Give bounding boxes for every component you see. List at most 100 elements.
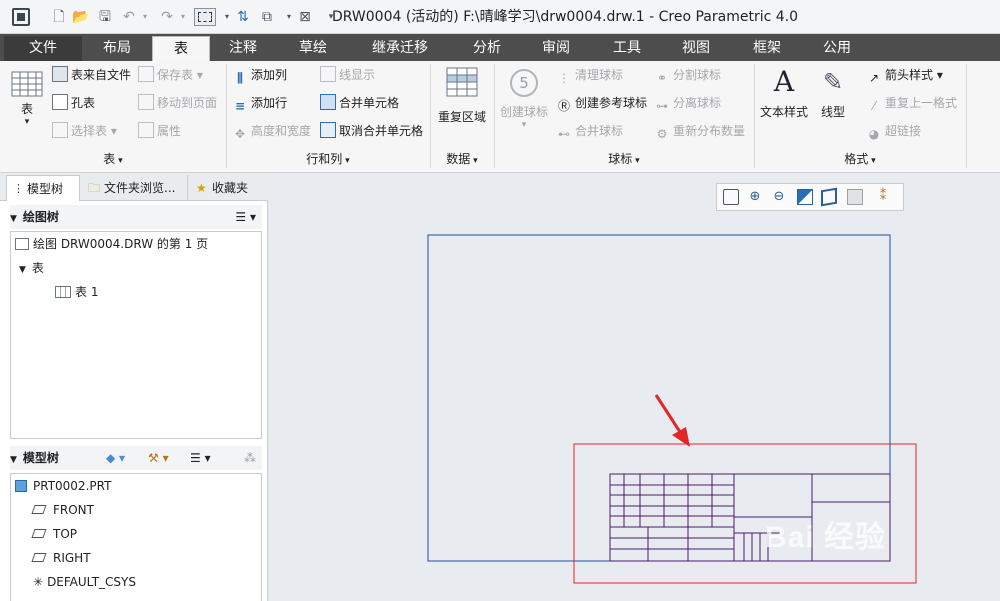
repeat-region-label: 重复区域 [437,110,486,124]
line-display-button[interactable]: 线显示 [320,65,375,85]
hyperlink-icon: ◕ [868,127,880,141]
table-file-icon [52,66,68,82]
properties-label: 属性 [157,124,182,138]
tab-frame[interactable]: 框架 [736,36,798,61]
detach-balloon-button[interactable]: ⊶ 分离球标 [654,93,721,113]
hole-table-icon [52,94,68,110]
redistribute-qty-button[interactable]: ⚙ 重新分布数量 [654,121,745,141]
merge-cells-icon [320,94,336,110]
clean-balloon-button[interactable]: ⋮ 清理球标 [556,65,623,85]
drawing-svg [427,234,917,584]
datum-plane-icon [31,505,47,514]
resize-icon: ✥ [234,127,246,141]
unmerge-cells-button[interactable]: 取消合并单元格 [320,121,423,141]
add-row-label: 添加行 [251,96,288,110]
table-icon [55,286,71,298]
create-balloon-button[interactable]: 5 创建球标 ▾ [498,65,550,143]
move-to-page-button[interactable]: 移动到页面 [138,93,217,113]
tree-item-front[interactable]: FRONT [31,500,94,520]
tab-folder-browser-label: 文件夹浏览... [104,181,176,195]
model-tree-list: PRT0002.PRT FRONT TOP RIGHT ✳ DEFAULT_CSY… [10,473,262,601]
height-width-button[interactable]: ✥ 高度和宽度 [232,121,311,141]
tab-model-tree-label: 模型树 [27,182,64,196]
tab-favorites[interactable]: ★ 收藏夹 [192,175,262,201]
tree-item-label: PRT0002.PRT [33,479,112,493]
tab-favorites-label: 收藏夹 [212,181,249,195]
select-table-button[interactable]: 选择表 ▾ [52,121,117,141]
hole-table-button[interactable]: 孔表 [52,93,95,113]
repeat-last-format-button[interactable]: ⁄ 重复上一格式 [866,93,957,113]
tools-icon[interactable]: ⚒ ▾ [148,446,169,470]
tab-file[interactable]: 文件 [4,36,82,61]
chevron-down-icon: ▾ [24,117,30,127]
table-button[interactable]: 表 ▾ [8,65,46,143]
ribbon-tab-bar: 文件 布局 表 注释 草绘 继承迁移 分析 审阅 工具 视图 框架 公用 [0,34,1000,61]
tab-review[interactable]: 审阅 [526,36,586,61]
table-button-label: 表 [20,102,33,116]
tab-folder-browser[interactable]: 🗀 文件夹浏览... [84,175,188,201]
tree-item-drawing-page[interactable]: 绘图 DRW0004.DRW 的第 1 页 [15,234,208,254]
properties-button[interactable]: 属性 [138,121,181,141]
coordinate-system-icon: ✳ [33,575,44,589]
add-row-button[interactable]: ≡ 添加行 [232,93,287,113]
tab-layout[interactable]: 布局 [84,36,150,61]
repeat-region-button[interactable]: 重复区域 [436,65,488,143]
tab-model-tree[interactable]: ⋮ 模型树 [6,175,80,201]
tree-item-label: 表 [31,261,44,275]
table-from-file-button[interactable]: 表来自文件 [52,65,131,85]
group-label-table[interactable]: 表 [0,149,226,169]
merge-cells-button[interactable]: 合并单元格 [320,93,399,113]
tree-item-top[interactable]: TOP [31,524,77,544]
tree-item-table-1[interactable]: 表 1 [55,282,98,302]
text-style-button[interactable]: A 文本样式 [758,65,810,143]
add-column-button[interactable]: ⫼ 添加列 [232,65,287,85]
model-tree-header[interactable]: ▼ 模型树 ◆ ▾ ⚒ ▾ ☰ ▾ ⁂ [10,446,262,470]
tab-view[interactable]: 视图 [666,36,726,61]
hyperlink-button[interactable]: ◕ 超链接 [866,121,921,141]
tab-analysis[interactable]: 分析 [456,36,518,61]
window-title: DRW0004 (活动的) F:\晴峰学习\drw0004.drw.1 - Cr… [331,9,799,25]
collapse-triangle-icon: ▼ [19,265,26,275]
add-row-icon: ≡ [234,99,246,113]
tree-item-label: 表 1 [75,285,99,299]
arrow-style-label: 箭头样式 [885,68,934,82]
group-label-data[interactable]: 数据 [430,149,494,169]
save-table-button[interactable]: 保存表 ▾ [138,65,203,85]
tree-item-tables[interactable]: ▼ 表 [19,258,44,280]
arrow-style-button[interactable]: ↗ 箭头样式 ▾ [866,65,943,85]
tree-settings-icon[interactable]: ☰ ▾ [190,446,211,470]
group-label-rows-columns[interactable]: 行和列 [226,149,430,169]
group-label-balloon[interactable]: 球标 [494,149,754,169]
create-ref-balloon-button[interactable]: Ⓡ 创建参考球标 [556,93,647,113]
merge-balloon-label: 合并球标 [575,124,624,138]
repeat-format-icon: ⁄ [872,99,875,113]
tab-utilities[interactable]: 公用 [806,36,868,61]
hyperlink-label: 超链接 [885,124,922,138]
merge-balloon-button[interactable]: ⊷ 合并球标 [556,121,623,141]
tree-item-part[interactable]: PRT0002.PRT [15,476,111,496]
tab-sketch[interactable]: 草绘 [282,36,344,61]
properties-icon [138,122,154,138]
tree-item-right[interactable]: RIGHT [31,548,91,568]
tree-item-default-csys[interactable]: ✳ DEFAULT_CSYS [33,572,136,592]
repeat-region-icon [446,67,478,97]
line-style-button[interactable]: ✎ 线型 [812,65,854,143]
pen-icon: ✎ [822,68,844,96]
collapse-triangle-icon: ▼ [10,214,17,224]
tab-table[interactable]: 表 [152,36,210,61]
tab-legacy-migration[interactable]: 继承迁移 [354,36,446,61]
move-to-page-icon [138,94,154,110]
model-display-icon[interactable]: ◆ ▾ [106,446,125,470]
merge-cells-label: 合并单元格 [339,96,400,110]
tree-settings-icon[interactable]: ☰ ▾ [235,205,256,229]
tab-tools[interactable]: 工具 [596,36,658,61]
title-bar: 🗋 📂 🖫 ↶ ▾ ↷ ▾ ▾ ⇅ ⧉ ▾ ⊠ ▾ DRW0004 (活动的) … [0,0,1000,34]
split-balloon-button[interactable]: ⚭ 分割球标 [654,65,721,85]
ribbon-separator [966,64,967,168]
group-label-format[interactable]: 格式 [754,149,966,169]
part-icon [15,480,27,492]
tree-item-label: RIGHT [53,551,91,565]
filter-icon[interactable]: ⁂ [244,446,256,470]
tab-annotate[interactable]: 注释 [212,36,274,61]
drawing-tree-header[interactable]: ▼ 绘图树 ☰ ▾ [10,205,262,229]
